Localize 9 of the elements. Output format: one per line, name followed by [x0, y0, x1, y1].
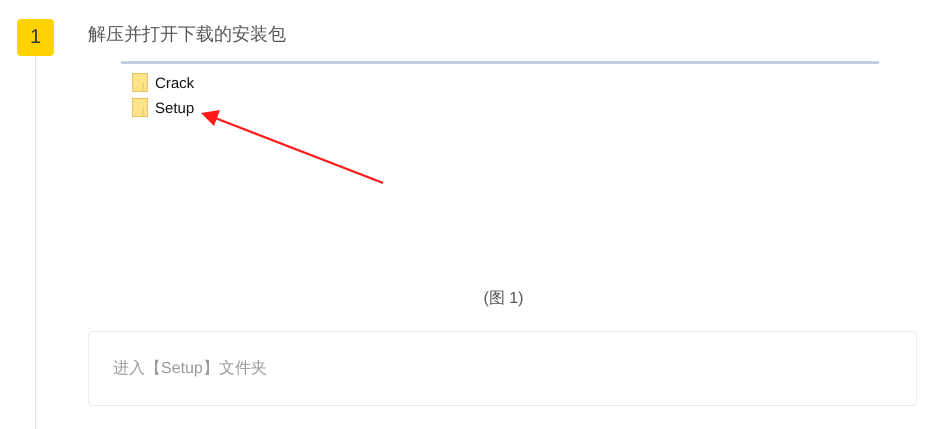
step-number-badge: 1 [17, 19, 54, 56]
note-text: 进入【Setup】文件夹 [113, 358, 267, 379]
folder-icon [132, 98, 149, 118]
figure-caption: (图 1) [484, 289, 524, 309]
folder-name: Crack [155, 74, 194, 92]
folder-icon [132, 73, 149, 93]
folder-name: Setup [155, 100, 194, 116]
step-title: 解压并打开下载的安装包 [88, 23, 286, 46]
arrow-icon [201, 110, 384, 184]
